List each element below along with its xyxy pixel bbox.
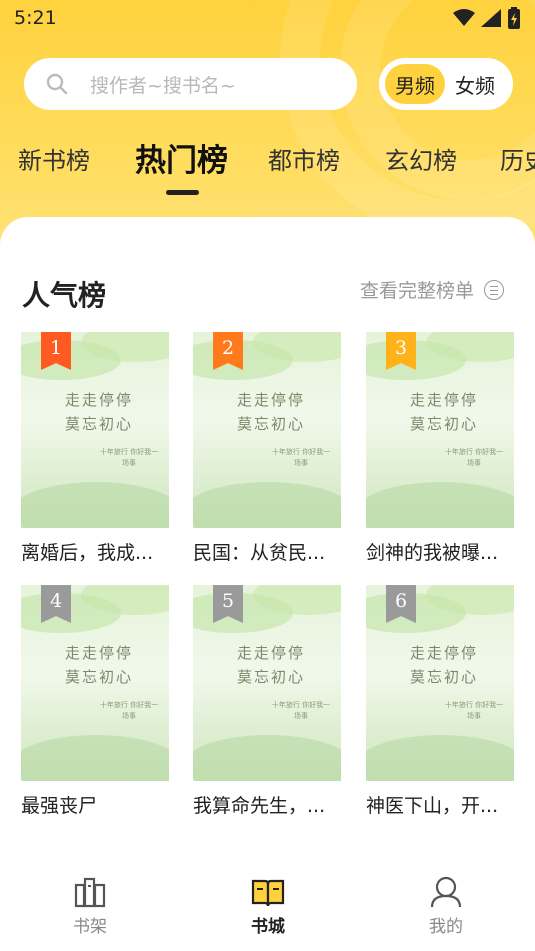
section-title: 人气榜 (22, 279, 107, 312)
book-item[interactable]: 走走停停 莫忘初心 十年旅行 你好我一场事 3 剑神的我被曝... (366, 332, 514, 565)
book-item[interactable]: 走走停停 莫忘初心 十年旅行 你好我一场事 1 离婚后，我成... (21, 332, 169, 565)
active-tab-indicator (166, 190, 199, 195)
book-item[interactable]: 走走停停 莫忘初心 十年旅行 你好我一场事 4 最强丧尸 (21, 585, 169, 818)
book-item[interactable]: 走走停停 莫忘初心 十年旅行 你好我一场事 6 神医下山，开... (366, 585, 514, 818)
book-cover[interactable]: 走走停停 莫忘初心 十年旅行 你好我一场事 2 (193, 332, 341, 528)
book-title[interactable]: 我算命先生，... (193, 791, 341, 818)
book-title[interactable]: 神医下山，开... (366, 791, 514, 818)
list-icon (484, 279, 505, 300)
gender-toggle[interactable]: 男频 女频 (379, 58, 513, 110)
view-full-list-label: 查看完整榜单 (360, 280, 475, 302)
book-item[interactable]: 走走停停 莫忘初心 十年旅行 你好我一场事 5 我算命先生，... (193, 585, 341, 818)
status-time: 5:21 (14, 7, 57, 29)
book-title[interactable]: 民国：从贫民... (193, 538, 341, 565)
status-bar: 5:21 (0, 0, 535, 36)
tab-new-books[interactable]: 新书榜 (18, 141, 90, 176)
bookshelf-icon (74, 877, 106, 908)
cell-signal-icon (481, 9, 501, 27)
bottom-nav: 书架 书城 我的 (0, 866, 535, 951)
book-cover[interactable]: 走走停停 莫忘初心 十年旅行 你好我一场事 4 (21, 585, 169, 781)
search-icon (46, 73, 68, 95)
nav-label-bookshelf: 书架 (73, 917, 107, 937)
view-full-list-link[interactable]: 查看完整榜单 (360, 276, 505, 303)
tab-history[interactable]: 历史 (500, 141, 535, 176)
content-card (0, 217, 535, 951)
book-item[interactable]: 走走停停 莫忘初心 十年旅行 你好我一场事 2 民国：从贫民... (193, 332, 341, 565)
open-book-icon (251, 879, 285, 907)
book-cover[interactable]: 走走停停 莫忘初心 十年旅行 你好我一场事 1 (21, 332, 169, 528)
search-placeholder: 搜作者~搜书名~ (90, 74, 236, 97)
gender-option-female[interactable]: 女频 (445, 64, 505, 104)
wifi-icon (453, 9, 475, 26)
tab-fantasy[interactable]: 玄幻榜 (385, 141, 457, 176)
battery-icon (508, 7, 520, 29)
book-title[interactable]: 最强丧尸 (21, 791, 169, 818)
search-input[interactable]: 搜作者~搜书名~ (24, 58, 357, 110)
book-cover[interactable]: 走走停停 莫忘初心 十年旅行 你好我一场事 3 (366, 332, 514, 528)
nav-label-bookstore: 书城 (251, 917, 285, 937)
nav-item-bookstore[interactable]: 书城 (228, 876, 308, 937)
nav-item-bookshelf[interactable]: 书架 (50, 876, 130, 937)
user-icon (430, 876, 462, 908)
tab-hot[interactable]: 热门榜 (135, 135, 228, 180)
tab-urban[interactable]: 都市榜 (268, 141, 340, 176)
nav-item-profile[interactable]: 我的 (406, 876, 486, 937)
ranking-tabs: 新书榜 热门榜 都市榜 玄幻榜 历史 (0, 135, 535, 195)
gender-option-male[interactable]: 男频 (385, 64, 445, 104)
book-cover[interactable]: 走走停停 莫忘初心 十年旅行 你好我一场事 5 (193, 585, 341, 781)
book-title[interactable]: 离婚后，我成... (21, 538, 169, 565)
book-title[interactable]: 剑神的我被曝... (366, 538, 514, 565)
book-cover[interactable]: 走走停停 莫忘初心 十年旅行 你好我一场事 6 (366, 585, 514, 781)
nav-label-profile: 我的 (429, 917, 463, 937)
